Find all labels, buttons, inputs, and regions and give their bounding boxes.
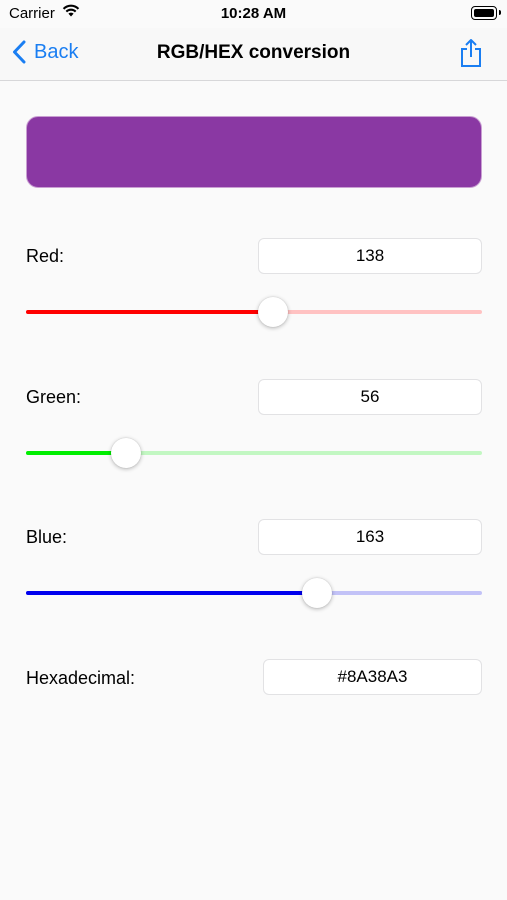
battery-icon <box>471 6 497 20</box>
blue-slider-thumb[interactable] <box>302 578 333 608</box>
share-icon <box>461 39 481 67</box>
blue-slider[interactable] <box>26 578 482 608</box>
green-label: Green: <box>26 387 82 407</box>
red-slider[interactable] <box>26 297 482 327</box>
green-slider[interactable] <box>26 438 482 468</box>
blue-label: Blue: <box>26 527 68 547</box>
blue-value-field[interactable] <box>258 519 482 555</box>
green-slider-thumb[interactable] <box>111 438 142 468</box>
hexadecimal-value-field[interactable] <box>263 659 482 695</box>
green-value-field[interactable] <box>258 379 482 415</box>
red-slider-thumb[interactable] <box>257 297 288 327</box>
red-value-field[interactable] <box>258 238 482 274</box>
status-time: 10:28 AM <box>220 5 287 22</box>
red-slider-fill <box>26 310 273 314</box>
color-preview-swatch <box>26 116 482 188</box>
hexadecimal-label: Hexadecimal: <box>26 668 136 688</box>
status-bar: Carrier 10:28 AM <box>0 0 507 28</box>
share-button[interactable] <box>459 38 483 73</box>
blue-slider-fill <box>26 591 318 595</box>
page-title: RGB/HEX conversion <box>156 42 351 63</box>
red-label: Red: <box>26 246 65 266</box>
navigation-bar: Back RGB/HEX conversion <box>0 28 507 81</box>
